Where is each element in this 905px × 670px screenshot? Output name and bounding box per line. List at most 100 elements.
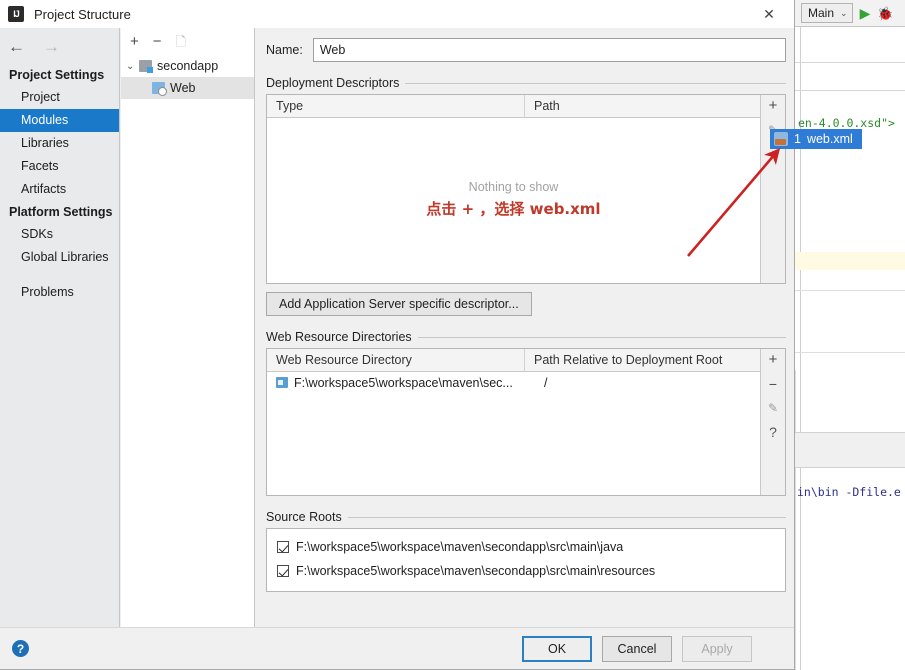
source-roots-group: Source Roots F:\workspace5\workspace\mav… [266,510,786,592]
tree-node-label: Web [170,81,196,95]
column-header-web-resource-directory[interactable]: Web Resource Directory [267,348,525,372]
deployment-descriptors-table: Type Path Nothing to show 点击 + ，选择 web.x… [267,94,760,283]
remove-web-resource-icon[interactable]: − [769,375,777,393]
help-icon[interactable]: ? [12,640,29,657]
module-icon [139,60,153,73]
deployment-descriptors-header: Deployment Descriptors [266,76,786,90]
source-root-checkbox[interactable] [277,565,289,577]
add-module-icon[interactable]: + [130,34,139,49]
web-resource-directories-group: Web Resource Directories Web Resource Di… [266,330,786,496]
sidebar-nav-row: ← → [0,28,119,64]
source-root-path: F:\workspace5\workspace\maven\secondapp\… [296,540,624,554]
name-label: Name: [266,43,303,57]
source-root-checkbox[interactable] [277,541,289,553]
tree-node-web[interactable]: Web [121,77,254,99]
sidebar-item-facets[interactable]: Facets [0,155,119,178]
sidebar-item-modules[interactable]: Modules [0,109,119,132]
deployment-descriptors-group: Deployment Descriptors Type Path Nothing… [266,76,786,316]
project-structure-dialog: IJ Project Structure ✕ ← → Project Setti… [0,0,795,670]
web-xml-completion-popup[interactable]: 1 web.xml [770,129,862,149]
group-rule [405,82,786,84]
forward-arrow-icon[interactable]: → [43,38,60,55]
source-roots-header: Source Roots [266,510,786,524]
cancel-button[interactable]: Cancel [602,636,672,662]
edit-web-resource-icon[interactable]: ✎ [768,399,778,417]
table-header-row: Web Resource Directory Path Relative to … [267,348,760,372]
popup-label: web.xml [806,132,853,146]
cell-directory: F:\workspace5\workspace\maven\sec... [294,375,513,390]
close-icon[interactable]: ✕ [752,0,786,28]
module-tree-panel: + − 🗋 ⌄ secondapp Web [121,28,255,627]
tree-node-secondapp[interactable]: ⌄ secondapp [121,55,254,77]
annotation-text: 点击 + ，选择 web.xml [426,200,601,218]
ide-divider-d [795,352,905,353]
popup-index: 1 [794,132,801,146]
add-application-server-descriptor-button[interactable]: Add Application Server specific descript… [266,292,532,316]
module-tree-toolbar: + − 🗋 [121,28,254,55]
ide-toolbar: Main ⌄ ▶ 🐞 [795,0,905,27]
source-root-path: F:\workspace5\workspace\maven\secondapp\… [296,564,656,578]
add-descriptor-icon[interactable]: + [769,97,778,115]
web-resource-table-wrap: Web Resource Directory Path Relative to … [266,348,786,496]
group-label: Source Roots [266,510,342,524]
table-body: F:\workspace5\workspace\maven\sec... / [267,372,760,393]
back-arrow-icon[interactable]: ← [8,38,25,55]
ok-button[interactable]: OK [522,636,592,662]
sidebar-item-problems[interactable]: Problems [0,281,119,304]
sidebar-item-sdks[interactable]: SDKs [0,223,119,246]
remove-module-icon[interactable]: − [153,34,162,49]
group-label: Web Resource Directories [266,330,412,344]
group-label: Deployment Descriptors [266,76,400,90]
run-configuration-label: Main [808,6,835,20]
add-web-resource-icon[interactable]: + [769,351,778,369]
column-header-path-relative[interactable]: Path Relative to Deployment Root [525,349,760,372]
table-row[interactable]: F:\workspace5\workspace\maven\sec... / [267,372,760,393]
source-roots-list: F:\workspace5\workspace\maven\secondapp\… [266,528,786,592]
run-icon[interactable]: ▶ [860,6,871,20]
web-resource-table-tools: + − ✎ ? [760,349,785,495]
sidebar-section-platform-settings: Platform Settings [9,205,113,219]
list-item[interactable]: F:\workspace5\workspace\maven\secondapp\… [267,535,785,559]
sidebar-item-project[interactable]: Project [0,86,119,109]
footer-buttons: OK Cancel Apply [522,636,752,662]
column-header-path[interactable]: Path [525,95,760,118]
ide-code-line-2: in\bin -Dfile.e [797,485,901,499]
ide-highlighted-line [795,252,905,270]
table-body: Nothing to show 点击 + ，选择 web.xml [267,180,760,219]
sidebar-item-artifacts[interactable]: Artifacts [0,178,119,201]
group-rule [417,336,786,338]
chevron-down-icon[interactable]: ⌄ [126,61,139,72]
intellij-idea-icon: IJ [8,6,24,22]
ide-code-line-1: en-4.0.0.xsd"> [798,116,895,130]
web-resource-table: Web Resource Directory Path Relative to … [267,348,760,495]
sidebar-section-project-settings: Project Settings [9,68,105,82]
dialog-title: Project Structure [34,6,131,22]
sidebar-item-libraries[interactable]: Libraries [0,132,119,155]
settings-sidebar: ← → Project Settings Project Modules Lib… [0,28,120,627]
empty-state-text: Nothing to show [468,180,559,194]
deployment-table-tools: + ✎ [760,95,785,283]
ide-divider-b [795,90,905,91]
group-rule [347,516,786,518]
web-facet-icon [152,82,167,96]
module-detail-panel: Name: Deployment Descriptors Type Path N… [256,28,794,627]
dialog-titlebar: IJ Project Structure ✕ [0,0,794,28]
cell-relative-path: / [544,375,548,390]
debug-icon[interactable]: 🐞 [877,7,893,20]
sidebar-list: Project Settings Project Modules Librari… [0,64,119,304]
table-header-row: Type Path [267,94,760,118]
help-icon[interactable]: ? [769,423,777,441]
deployment-descriptors-table-wrap: Type Path Nothing to show 点击 + ，选择 web.x… [266,94,786,284]
ide-divider-vertical-2 [795,370,796,670]
run-configuration-selector[interactable]: Main ⌄ [801,3,853,23]
sidebar-item-global-libraries[interactable]: Global Libraries [0,246,119,269]
xml-file-icon [774,132,788,146]
dialog-footer: ? OK Cancel Apply [0,627,794,669]
list-item[interactable]: F:\workspace5\workspace\maven\secondapp\… [267,559,785,583]
column-header-type[interactable]: Type [267,94,525,118]
tree-node-label: secondapp [157,59,219,73]
copy-module-icon[interactable]: 🗋 [176,35,186,48]
name-input[interactable] [312,38,786,62]
folder-icon [276,377,288,388]
